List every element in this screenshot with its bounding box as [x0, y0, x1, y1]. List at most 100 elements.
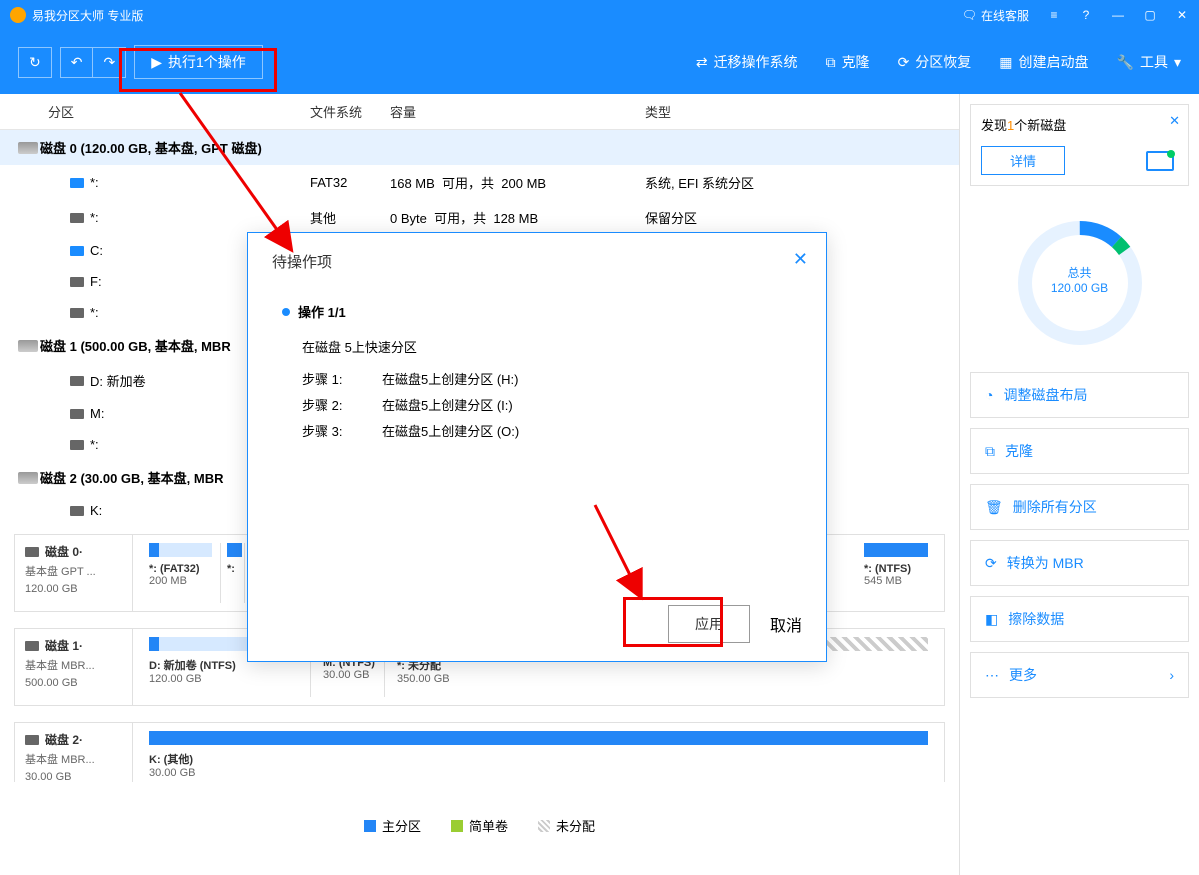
pending-operations-dialog: 待操作项 ✕ 操作 1/1 在磁盘 5上快速分区 步骤 1:在磁盘5上创建分区 …	[247, 232, 827, 662]
fs-value: FAT32	[310, 175, 390, 190]
notice-text-pre: 发现	[981, 118, 1007, 133]
part-label: *:	[227, 563, 242, 575]
drive-icon	[70, 308, 84, 318]
legend-swatch-simple	[451, 820, 463, 832]
tools-button[interactable]: 🔧 工具 ▾	[1117, 52, 1181, 72]
partition-label: F:	[90, 274, 102, 289]
drive-icon	[70, 277, 84, 287]
execute-label: 执行1个操作	[168, 52, 246, 72]
drive-icon	[70, 246, 84, 256]
bootable-label: 创建启动盘	[1019, 52, 1089, 72]
help-icon[interactable]: ?	[1079, 8, 1093, 22]
play-icon: ▶	[151, 54, 162, 71]
col-filesystem: 文件系统	[310, 102, 390, 121]
action-label: 删除所有分区	[1013, 497, 1097, 517]
disk-0-label: 磁盘 0 (120.00 GB, 基本盘, GPT 磁盘)	[0, 138, 262, 157]
part-size: 545 MB	[864, 575, 928, 587]
notice-close-icon[interactable]: ✕	[1169, 113, 1180, 129]
partition-label: K:	[90, 503, 102, 518]
part-size: 350.00 GB	[397, 673, 928, 685]
part-size: 30.00 GB	[323, 669, 376, 681]
disk-card-title: 磁盘 1·	[45, 637, 83, 654]
part-size: 120.00 GB	[149, 673, 302, 685]
operation-counter: 操作 1/1	[298, 302, 346, 321]
step-label: 步骤 2:	[302, 393, 382, 419]
notice-detail-button[interactable]: 详情	[981, 146, 1065, 175]
disk-card-size: 30.00 GB	[25, 769, 122, 786]
bootable-button[interactable]: ▦ 创建启动盘	[999, 52, 1088, 72]
part-label: K: (其他)	[149, 751, 928, 767]
right-panel: ✕ 发现1个新磁盘 详情 总共 120.00 GB ◔调整磁盘布局 ⧉克隆	[959, 94, 1199, 875]
action-label: 转换为 MBR	[1007, 553, 1084, 573]
app-title: 易我分区大师 专业版	[32, 7, 962, 24]
clone-disk-button[interactable]: ⧉克隆	[970, 428, 1189, 474]
partition-label: *:	[90, 437, 99, 452]
chevron-right-icon: ›	[1169, 667, 1174, 683]
clone-button[interactable]: ⧉ 克隆	[826, 52, 870, 72]
donut-label: 总共	[1015, 264, 1145, 281]
disk-card-size: 120.00 GB	[25, 581, 122, 598]
refresh-button[interactable]: ↻	[18, 47, 52, 78]
cap-used: 168 MB	[390, 176, 435, 191]
disk-card-sub: 基本盘 MBR...	[25, 658, 122, 675]
step-text: 在磁盘5上创建分区 (O:)	[382, 419, 519, 445]
clone-label: 克隆	[842, 52, 870, 72]
partition-label: *:	[90, 175, 99, 190]
execute-button[interactable]: ▶ 执行1个操作	[134, 45, 263, 79]
capacity-donut: 总共 120.00 GB	[970, 202, 1189, 372]
convert-icon: ⟳	[985, 555, 997, 572]
recover-label: 分区恢复	[915, 52, 971, 72]
col-type: 类型	[645, 102, 959, 121]
convert-mbr-button[interactable]: ⟳ 转换为 MBR	[970, 540, 1189, 586]
type-value: 保留分区	[645, 208, 959, 227]
operation-description: 在磁盘 5上快速分区	[302, 335, 792, 361]
action-label: 擦除数据	[1008, 609, 1064, 629]
notice-text-post: 个新磁盘	[1014, 118, 1066, 133]
wipe-data-button[interactable]: ◧ 擦除数据	[970, 596, 1189, 642]
migrate-icon: ⇄	[696, 54, 708, 71]
legend-simple: 简单卷	[469, 816, 508, 835]
bullet-icon	[282, 308, 290, 316]
apply-button[interactable]: 应用	[668, 605, 750, 643]
minimize-icon[interactable]: —	[1111, 8, 1125, 22]
disk-icon	[18, 472, 38, 484]
table-row[interactable]: *: FAT32 168 MB 可用，共 200 MB 系统, EFI 系统分区	[0, 165, 959, 200]
legend-swatch-unalloc	[538, 820, 550, 832]
undo-button[interactable]: ↶	[60, 47, 93, 78]
partition-label: *:	[90, 305, 99, 320]
migrate-os-button[interactable]: ⇄ 迁移操作系统	[696, 52, 798, 72]
redo-button[interactable]: ↷	[92, 47, 126, 78]
disk-icon	[1146, 151, 1174, 171]
menu-icon[interactable]: ≡	[1047, 8, 1061, 22]
action-label: 更多	[1009, 665, 1037, 685]
table-row[interactable]: *: 其他 0 Byte 可用，共 128 MB 保留分区	[0, 200, 959, 235]
disk-card-size: 500.00 GB	[25, 675, 122, 692]
recover-button[interactable]: ⟳ 分区恢复	[898, 52, 972, 72]
disk-0-row[interactable]: 磁盘 0 (120.00 GB, 基本盘, GPT 磁盘)	[0, 130, 959, 165]
tools-label: 工具	[1140, 52, 1168, 72]
disk-card-2[interactable]: 磁盘 2· 基本盘 MBR... 30.00 GB K: (其他) 30.00 …	[14, 722, 945, 782]
delete-all-button[interactable]: 🗑删除所有分区	[970, 484, 1189, 530]
close-icon[interactable]: ✕	[1175, 8, 1189, 22]
step-text: 在磁盘5上创建分区 (I:)	[382, 393, 513, 419]
disk-card-sub: 基本盘 GPT ...	[25, 564, 122, 581]
cap-text: 可用，共	[434, 211, 486, 226]
wrench-icon: 🔧	[1117, 54, 1134, 71]
action-label: 调整磁盘布局	[1003, 385, 1087, 405]
disk-card-title: 磁盘 0·	[45, 543, 83, 560]
drive-icon	[70, 178, 84, 188]
part-size: 30.00 GB	[149, 767, 928, 779]
col-partition: 分区	[0, 102, 310, 121]
cancel-button[interactable]: 取消	[770, 612, 802, 636]
resize-layout-button[interactable]: ◔调整磁盘布局	[970, 372, 1189, 418]
more-button[interactable]: ⋯更多›	[970, 652, 1189, 698]
clone-icon: ⧉	[985, 443, 995, 460]
online-service-link[interactable]: 🗨 在线客服	[962, 7, 1029, 24]
part-label: *: (NTFS)	[864, 563, 928, 575]
step-label: 步骤 3:	[302, 419, 382, 445]
cap-text: 可用，共	[442, 176, 494, 191]
table-header: 分区 文件系统 容量 类型	[0, 94, 959, 130]
dialog-close-icon[interactable]: ✕	[793, 249, 808, 270]
erase-icon: ◧	[985, 611, 998, 628]
maximize-icon[interactable]: ▢	[1143, 8, 1157, 22]
